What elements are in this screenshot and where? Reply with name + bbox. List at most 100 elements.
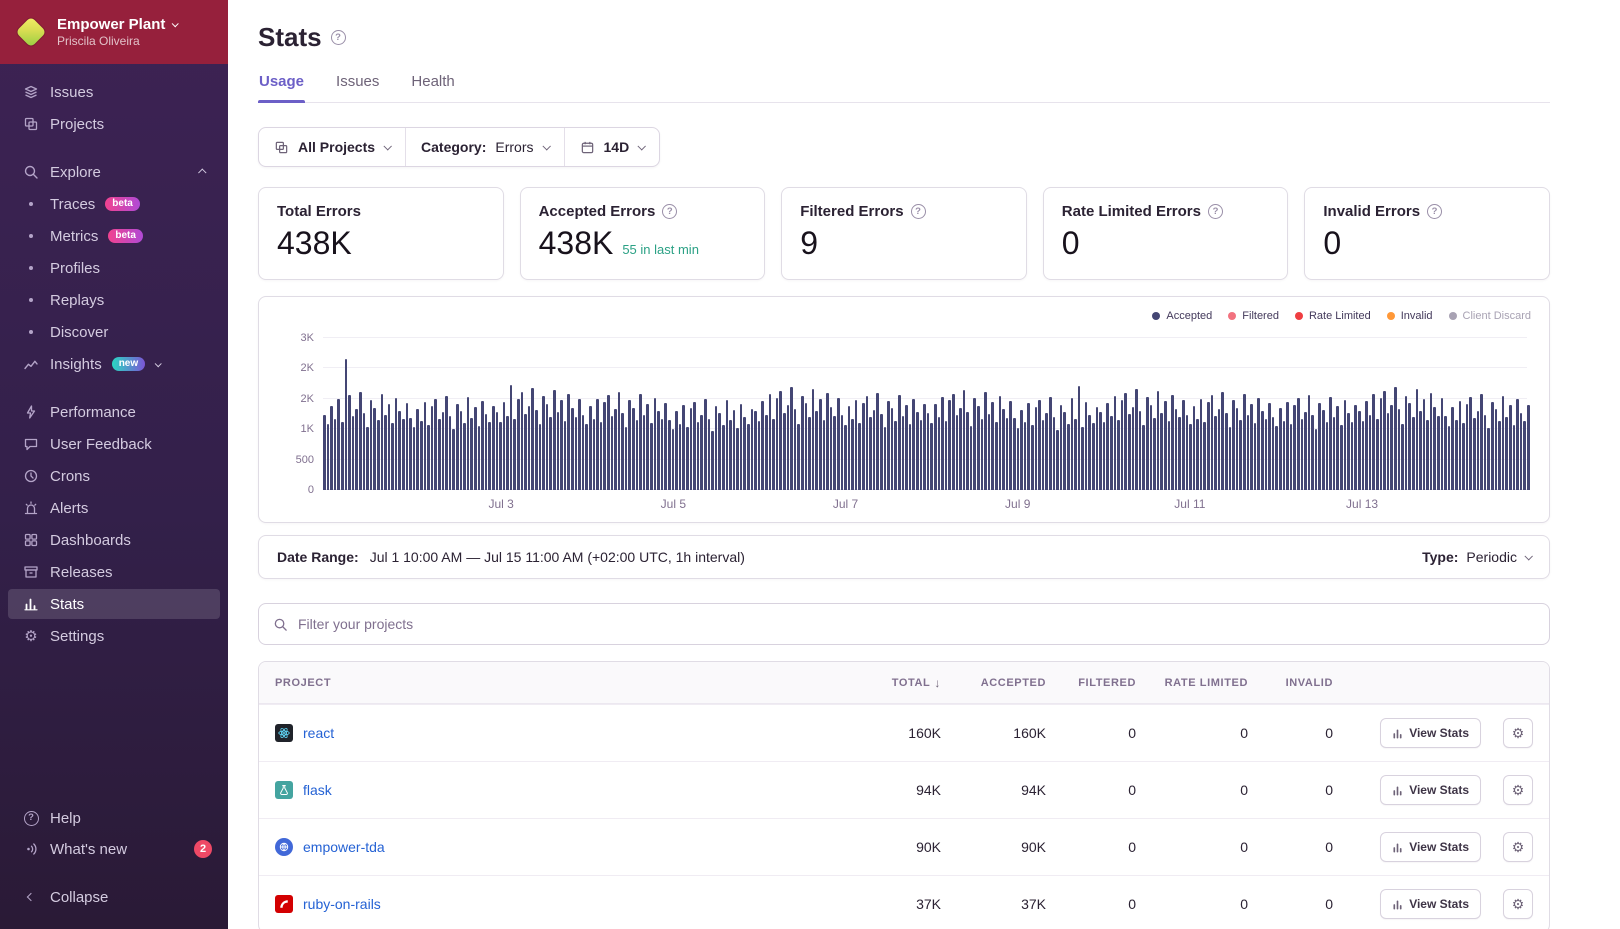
project-settings-button[interactable]: ⚙: [1503, 718, 1533, 748]
chart-bar[interactable]: [1261, 411, 1264, 490]
chart-bar[interactable]: [363, 413, 366, 490]
legend-item-invalid[interactable]: Invalid: [1387, 310, 1433, 322]
chart-bar[interactable]: [1448, 426, 1451, 490]
chart-bar[interactable]: [1257, 398, 1260, 490]
sidebar-item-replays[interactable]: Replays: [8, 285, 220, 315]
chart-bar[interactable]: [391, 423, 394, 490]
view-stats-button[interactable]: View Stats: [1380, 718, 1481, 748]
chart-bar[interactable]: [862, 403, 865, 490]
chart-bar[interactable]: [984, 392, 987, 490]
chart-bar[interactable]: [995, 422, 998, 490]
chart-bar[interactable]: [395, 398, 398, 490]
chart-bar[interactable]: [1340, 425, 1343, 490]
chart-bar[interactable]: [844, 425, 847, 490]
chart-bar[interactable]: [841, 415, 844, 490]
chart-bar[interactable]: [406, 403, 409, 490]
help-icon[interactable]: ?: [662, 204, 677, 219]
chart-bar[interactable]: [366, 427, 369, 490]
chart-bar[interactable]: [1336, 406, 1339, 490]
chart-bar[interactable]: [1408, 403, 1411, 490]
chart-bar[interactable]: [708, 419, 711, 491]
chart-bar[interactable]: [1401, 424, 1404, 490]
chart-bar[interactable]: [1027, 403, 1030, 490]
chart-bar[interactable]: [722, 425, 725, 490]
chart-bar[interactable]: [700, 415, 703, 490]
chart-bar[interactable]: [855, 400, 858, 490]
project-settings-button[interactable]: ⚙: [1503, 775, 1533, 805]
chart-bar[interactable]: [1279, 408, 1282, 490]
chart-bar[interactable]: [549, 417, 552, 490]
chart-bar[interactable]: [808, 417, 811, 490]
chart-bar[interactable]: [571, 408, 574, 490]
chart-bar[interactable]: [1035, 407, 1038, 490]
tab-health[interactable]: Health: [410, 73, 455, 102]
chart-bar[interactable]: [420, 421, 423, 490]
chart-bar[interactable]: [912, 399, 915, 491]
sidebar-item-crons[interactable]: Crons: [8, 461, 220, 491]
project-link[interactable]: react: [303, 725, 334, 741]
chart-bar[interactable]: [1225, 413, 1228, 490]
chart-bar[interactable]: [1164, 401, 1167, 490]
chart-bar[interactable]: [1085, 402, 1088, 490]
chart-bar[interactable]: [848, 406, 851, 490]
chart-bar[interactable]: [416, 409, 419, 490]
chart-bar[interactable]: [1236, 408, 1239, 490]
project-link[interactable]: empower-tda: [303, 839, 385, 855]
chart-bar[interactable]: [1523, 421, 1526, 490]
chart-bar[interactable]: [1398, 409, 1401, 490]
chart-bar[interactable]: [1182, 400, 1185, 490]
chart-bar[interactable]: [1318, 403, 1321, 490]
chart-bar[interactable]: [330, 406, 333, 491]
chart-bar[interactable]: [664, 403, 667, 490]
project-settings-button[interactable]: ⚙: [1503, 889, 1533, 919]
chart-bar[interactable]: [542, 396, 545, 490]
chart-bar[interactable]: [1268, 403, 1271, 490]
chart-bar[interactable]: [1311, 415, 1314, 490]
chart-bar[interactable]: [334, 419, 337, 490]
view-stats-button[interactable]: View Stats: [1380, 832, 1481, 862]
chart-bar[interactable]: [909, 424, 912, 490]
chart-bar[interactable]: [413, 427, 416, 490]
chart-bar[interactable]: [398, 411, 401, 490]
chart-bar[interactable]: [1329, 397, 1332, 490]
chart-bar[interactable]: [1160, 413, 1163, 490]
chart-bar[interactable]: [833, 416, 836, 490]
chart-bar[interactable]: [1092, 423, 1095, 490]
chart-bar[interactable]: [607, 395, 610, 490]
chart-bar[interactable]: [474, 407, 477, 490]
chart-bar[interactable]: [1495, 409, 1498, 490]
chart-bar[interactable]: [1088, 415, 1091, 490]
chart-bar[interactable]: [938, 417, 941, 490]
chart-bar[interactable]: [1042, 420, 1045, 490]
chart-bar[interactable]: [668, 420, 671, 490]
chart-bar[interactable]: [1053, 417, 1056, 490]
chart-bar[interactable]: [503, 402, 506, 490]
chart-bar[interactable]: [1229, 427, 1232, 490]
chart-bar[interactable]: [1189, 424, 1192, 490]
chart-bar[interactable]: [539, 424, 542, 490]
chart-bar[interactable]: [470, 418, 473, 490]
chart-bar[interactable]: [672, 429, 675, 490]
chart-bar[interactable]: [1380, 398, 1383, 490]
chart-bar[interactable]: [1153, 418, 1156, 490]
chart-bar[interactable]: [1513, 425, 1516, 490]
chart-bar[interactable]: [345, 359, 348, 490]
chart-bar[interactable]: [352, 416, 355, 490]
chart-bar[interactable]: [1128, 414, 1131, 490]
chart-bar[interactable]: [1060, 405, 1063, 490]
chart-bar[interactable]: [751, 409, 754, 490]
chart-bar[interactable]: [460, 411, 463, 490]
chart-bar[interactable]: [1297, 398, 1300, 490]
chart-bar[interactable]: [1096, 407, 1099, 490]
chart-bar[interactable]: [1491, 402, 1494, 490]
chart-bar[interactable]: [1186, 415, 1189, 490]
chart-bar[interactable]: [348, 395, 351, 490]
chart-bar[interactable]: [438, 419, 441, 490]
chart-bar[interactable]: [1293, 405, 1296, 490]
chart-bar[interactable]: [636, 420, 639, 490]
sidebar-item-user-feedback[interactable]: User Feedback: [8, 429, 220, 459]
chart-bar[interactable]: [819, 399, 822, 490]
chart-bar[interactable]: [973, 398, 976, 490]
chart-bar[interactable]: [528, 406, 531, 490]
chart-bar[interactable]: [1315, 429, 1318, 490]
